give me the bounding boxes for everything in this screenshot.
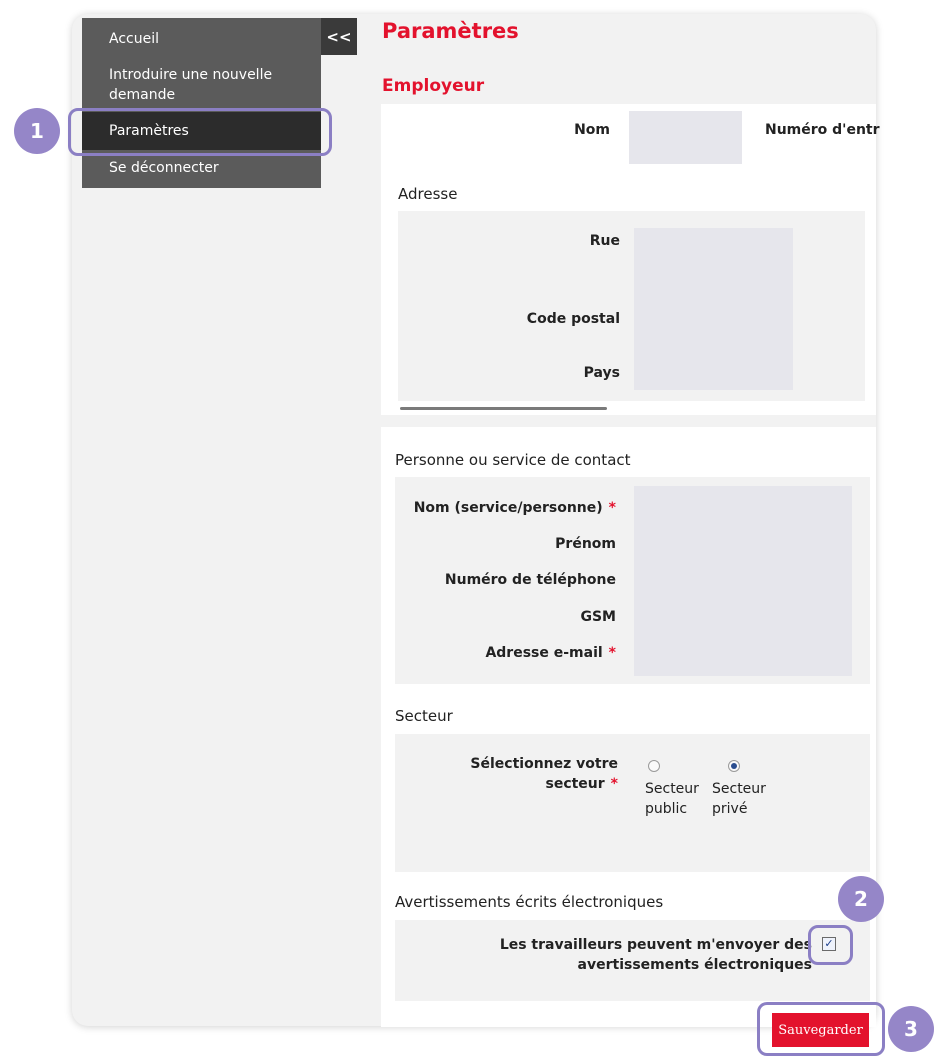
required-asterisk: * [608,500,616,516]
avertissements-label-line2: avertissements électroniques [577,957,812,973]
pays-label: Pays [583,365,620,381]
code-postal-label: Code postal [526,311,620,327]
secteur-label-line1: Sélectionnez votre [470,756,618,772]
radio-secteur-public-label: Secteur public [645,779,699,819]
secteur-section [395,734,870,872]
secteur-text: secteur [545,776,605,792]
secteur-heading: Secteur [395,707,453,725]
avertissements-heading: Avertissements écrits électroniques [395,893,664,911]
sidebar-item-label: Se déconnecter [109,160,219,176]
nom-label: Nom [574,122,610,138]
sidebar-item-accueil[interactable]: Accueil [82,29,321,49]
option-line: privé [712,801,748,817]
gsm-label: GSM [580,609,616,625]
collapse-sidebar-button[interactable]: << [321,18,357,55]
contact-heading: Personne ou service de contact [395,451,631,469]
contact-fields[interactable] [634,486,852,676]
email-label: Adresse e-mail * [400,645,616,661]
avertissements-label-line1: Les travailleurs peuvent m'envoyer des [499,937,812,953]
required-asterisk: * [608,645,616,661]
employeur-heading: Employeur [382,76,485,96]
contact-nom-text: Nom (service/personne) [413,500,603,516]
radio-secteur-public[interactable] [648,760,660,772]
option-line: Secteur [645,781,699,797]
highlight-save-button [757,1002,885,1056]
required-asterisk: * [610,776,618,792]
nom-field[interactable] [629,111,742,164]
option-line: Secteur [712,781,766,797]
option-line: public [645,801,688,817]
prenom-label: Prénom [555,536,616,552]
step-badge-2: 2 [838,876,884,922]
adresse-heading: Adresse [398,185,458,203]
step-badge-1: 1 [14,108,60,154]
radio-secteur-prive-label: Secteur privé [712,779,766,819]
telephone-label: Numéro de téléphone [444,572,616,588]
highlight-parametres [68,108,332,156]
sidebar: Accueil Introduire une nouvelle demande … [82,18,321,188]
double-chevron-left-icon: << [326,27,352,46]
sidebar-item-deconnecter[interactable]: Se déconnecter [82,158,321,178]
adresse-section [398,211,865,401]
adresse-fields[interactable] [634,228,793,390]
sidebar-item-label: Introduire une nouvelle demande [109,67,273,103]
highlight-checkbox [808,925,853,965]
horizontal-scrollbar[interactable] [400,407,607,410]
email-text: Adresse e-mail [485,645,603,661]
numero-entreprise-label: Numéro d'entr [765,122,880,138]
secteur-label-line2: secteur * [440,776,618,792]
contact-nom-label: Nom (service/personne) * [400,500,616,516]
sidebar-item-nouvelle-demande[interactable]: Introduire une nouvelle demande [82,65,312,105]
sidebar-item-label: Accueil [109,31,159,47]
rue-label: Rue [589,233,620,249]
page-title: Paramètres [382,19,519,43]
radio-secteur-prive[interactable] [728,760,740,772]
step-badge-3: 3 [888,1006,934,1052]
